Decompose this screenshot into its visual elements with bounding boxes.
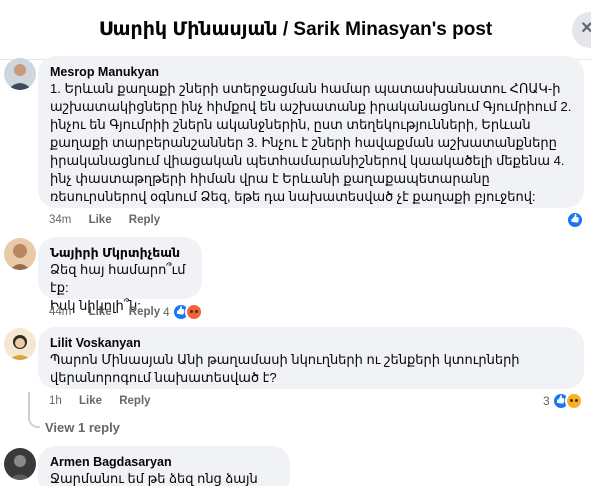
reaction-count: 3 (543, 394, 550, 408)
comment-bubble: Armen Bagdasaryan Ջարմանու եմ թե ձեզ ոնց… (38, 446, 290, 486)
comment-text: 1. Երևան քաղաքի շների ստերջացման համար պ… (50, 81, 572, 204)
angry-reaction-icon (184, 303, 203, 321)
comment-author[interactable]: Նայիրի Մկրտիչեան (50, 245, 190, 261)
comment-actions: 1h Like Reply (49, 395, 165, 407)
reaction-summary[interactable]: 3 (543, 392, 583, 410)
comment-time[interactable]: 1h (49, 395, 62, 407)
comment-bubble: Lilit Voskanyan Պարոն Մինասյան Անի թաղամ… (38, 327, 584, 389)
reaction-summary[interactable] (566, 211, 584, 229)
avatar[interactable] (4, 448, 36, 480)
reply-thread-connector (28, 392, 40, 428)
like-reaction-icon (566, 211, 584, 229)
reply-button[interactable]: Reply (129, 306, 160, 318)
comment-time[interactable]: 44m (49, 306, 71, 318)
dialog-title: Սարիկ Մինասյան / Sarik Minasyan's post (98, 19, 493, 40)
avatar[interactable] (4, 328, 36, 360)
close-icon: × (581, 17, 591, 39)
comment-author[interactable]: Lilit Voskanyan (50, 335, 572, 351)
comment-bubble: Mesrop Manukyan 1. Երևան քաղաքի շների ստ… (38, 56, 584, 208)
comment-actions: 34m Like Reply (49, 214, 174, 226)
comment-line: Ձեզ հայ համարո՞ւմ էք: (50, 262, 186, 295)
comment-author[interactable]: Armen Bagdasaryan (50, 454, 278, 470)
avatar[interactable] (4, 238, 36, 270)
avatar[interactable] (4, 58, 36, 90)
reply-button[interactable]: Reply (129, 214, 160, 226)
comment-time[interactable]: 34m (49, 214, 71, 226)
comment-text: Պարոն Մինասյան Անի թաղամասի նկուղների ու… (50, 352, 520, 385)
reaction-summary[interactable]: 4 (163, 303, 203, 321)
reaction-count: 4 (163, 305, 170, 319)
like-button[interactable]: Like (89, 306, 112, 318)
comment-author[interactable]: Mesrop Manukyan (50, 64, 572, 80)
post-dialog-header: Սարիկ Մինասյան / Sarik Minasyan's post × (0, 0, 591, 60)
reply-button[interactable]: Reply (119, 395, 150, 407)
haha-reaction-icon (564, 392, 583, 410)
like-button[interactable]: Like (89, 214, 112, 226)
view-replies-link[interactable]: View 1 reply (45, 420, 120, 435)
comment-bubble: Նայիրի Մկրտիչեան Ձեզ հայ համարո՞ւմ էք: Ի… (38, 237, 202, 313)
comment-actions: 44m Like Reply (49, 306, 174, 318)
comment-text: Ջարմանու եմ թե ձեզ ոնց ձայն կտան (50, 471, 258, 486)
like-button[interactable]: Like (79, 395, 102, 407)
